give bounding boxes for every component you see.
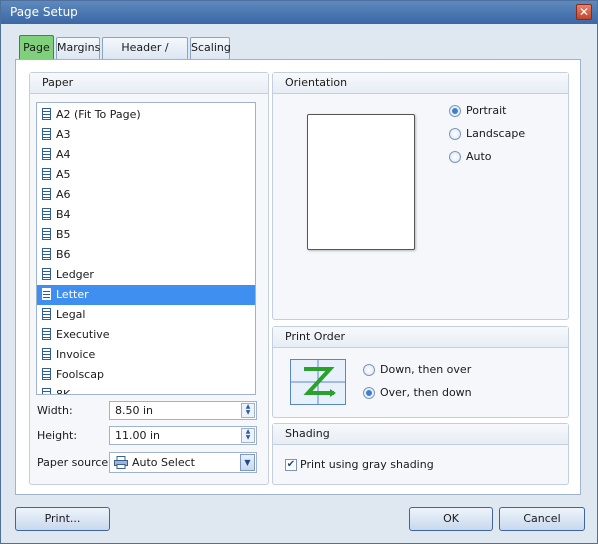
window-title: Page Setup: [10, 5, 78, 19]
paper-source-value: Auto Select: [132, 456, 195, 469]
document-icon: [42, 368, 51, 380]
tab-header-footer[interactable]: Header / Footer: [102, 37, 188, 74]
document-icon: [42, 248, 51, 260]
paper-item-b5[interactable]: B5: [37, 225, 255, 245]
height-label: Height:: [37, 429, 78, 442]
paper-item-label: B5: [56, 228, 71, 241]
paper-item-label: Legal: [56, 308, 86, 321]
document-icon: [42, 268, 51, 280]
paper-source-label: Paper source:: [37, 456, 112, 469]
close-icon: ✕: [578, 5, 590, 19]
document-icon: [42, 128, 51, 140]
document-icon: [42, 348, 51, 360]
paper-item-a5[interactable]: A5: [37, 165, 255, 185]
paper-item-label: B6: [56, 248, 71, 261]
paper-size-list[interactable]: A2 (Fit To Page) A3 A4 A5 A6 B4 B5 B6 Le…: [36, 102, 256, 395]
document-icon: [42, 308, 51, 320]
print-order-z-icon: [290, 359, 346, 405]
document-icon: [42, 328, 51, 340]
paper-item-8k[interactable]: 8K: [37, 385, 255, 395]
landscape-label: Landscape: [466, 127, 526, 140]
document-icon: [42, 108, 51, 120]
paper-item-label: 8K: [56, 388, 71, 395]
print-button[interactable]: Print...: [15, 507, 110, 531]
document-icon: [42, 168, 51, 180]
paper-item-letter[interactable]: Letter: [37, 285, 255, 305]
paper-item-label: Ledger: [56, 268, 94, 281]
page-setup-dialog: Page Setup ✕ Page Margins Header / Foote…: [0, 0, 598, 544]
tab-page[interactable]: Page: [19, 35, 54, 59]
width-spinner-arrows-icon[interactable]: ▲ ▼: [241, 403, 255, 418]
print-order-group: Print Order Down, then over Over, then d…: [272, 326, 569, 418]
height-value: 11.00 in: [115, 429, 161, 442]
orientation-group: Orientation Portrait Landscape Auto: [272, 72, 569, 320]
paper-item-label: A5: [56, 168, 71, 181]
paper-item-a4[interactable]: A4: [37, 145, 255, 165]
paper-item-legal[interactable]: Legal: [37, 305, 255, 325]
paper-item-invoice[interactable]: Invoice: [37, 345, 255, 365]
paper-group: Paper A2 (Fit To Page) A3 A4 A5 A6 B4 B5…: [29, 72, 269, 485]
paper-item-a6[interactable]: A6: [37, 185, 255, 205]
gray-shading-label: Print using gray shading: [300, 458, 434, 471]
tab-margins[interactable]: Margins: [56, 37, 100, 59]
paper-item-a2[interactable]: A2 (Fit To Page): [37, 105, 255, 125]
paper-item-label: B4: [56, 208, 71, 221]
over-then-down-label: Over, then down: [380, 386, 472, 399]
paper-item-b4[interactable]: B4: [37, 205, 255, 225]
orientation-group-header: Orientation: [273, 73, 568, 94]
width-value: 8.50 in: [115, 404, 154, 417]
radio-selected-icon: [449, 105, 461, 117]
paper-item-b6[interactable]: B6: [37, 245, 255, 265]
paper-item-label: Executive: [56, 328, 110, 341]
radio-unselected-icon: [363, 364, 375, 376]
cancel-button[interactable]: Cancel: [499, 507, 585, 531]
print-order-group-header: Print Order: [273, 327, 568, 348]
paper-source-select[interactable]: Auto Select ▼: [109, 452, 257, 473]
title-bar[interactable]: Page Setup ✕: [1, 1, 597, 24]
document-icon: [42, 228, 51, 240]
checkmark-icon: ✔: [286, 459, 296, 470]
paper-group-header: Paper: [30, 73, 268, 94]
document-icon: [42, 208, 51, 220]
paper-item-label: A4: [56, 148, 71, 161]
height-input[interactable]: 11.00 in ▲ ▼: [109, 426, 257, 445]
gray-shading-checkbox[interactable]: ✔: [285, 459, 297, 471]
paper-item-label: A6: [56, 188, 71, 201]
close-button[interactable]: ✕: [576, 4, 592, 20]
down-then-over-label: Down, then over: [380, 363, 472, 376]
portrait-label: Portrait: [466, 104, 507, 117]
width-input[interactable]: 8.50 in ▲ ▼: [109, 401, 257, 420]
page-preview: [307, 114, 415, 250]
paper-item-label: A3: [56, 128, 71, 141]
shading-group: Shading ✔ Print using gray shading: [272, 423, 569, 485]
paper-item-label: Foolscap: [56, 368, 104, 381]
width-label: Width:: [37, 404, 73, 417]
document-icon: [42, 148, 51, 160]
paper-item-executive[interactable]: Executive: [37, 325, 255, 345]
paper-item-label: Letter: [56, 288, 89, 301]
page-tab-panel: Paper A2 (Fit To Page) A3 A4 A5 A6 B4 B5…: [15, 59, 581, 495]
radio-selected-icon: [363, 387, 375, 399]
document-icon: [42, 288, 51, 300]
ok-button[interactable]: OK: [409, 507, 493, 531]
paper-item-foolscap[interactable]: Foolscap: [37, 365, 255, 385]
tab-scaling[interactable]: Scaling: [190, 37, 231, 59]
paper-item-label: Invoice: [56, 348, 96, 361]
printer-icon: [114, 456, 128, 469]
paper-item-ledger[interactable]: Ledger: [37, 265, 255, 285]
paper-item-label: A2 (Fit To Page): [56, 108, 141, 121]
paper-item-a3[interactable]: A3: [37, 125, 255, 145]
shading-group-header: Shading: [273, 424, 568, 445]
height-spinner-arrows-icon[interactable]: ▲ ▼: [241, 428, 255, 443]
chevron-down-icon[interactable]: ▼: [240, 454, 255, 471]
document-icon: [42, 388, 51, 394]
radio-unselected-icon: [449, 151, 461, 163]
document-icon: [42, 188, 51, 200]
radio-unselected-icon: [449, 128, 461, 140]
auto-label: Auto: [466, 150, 492, 163]
gray-shading-option[interactable]: ✔ Print using gray shading: [285, 458, 485, 474]
